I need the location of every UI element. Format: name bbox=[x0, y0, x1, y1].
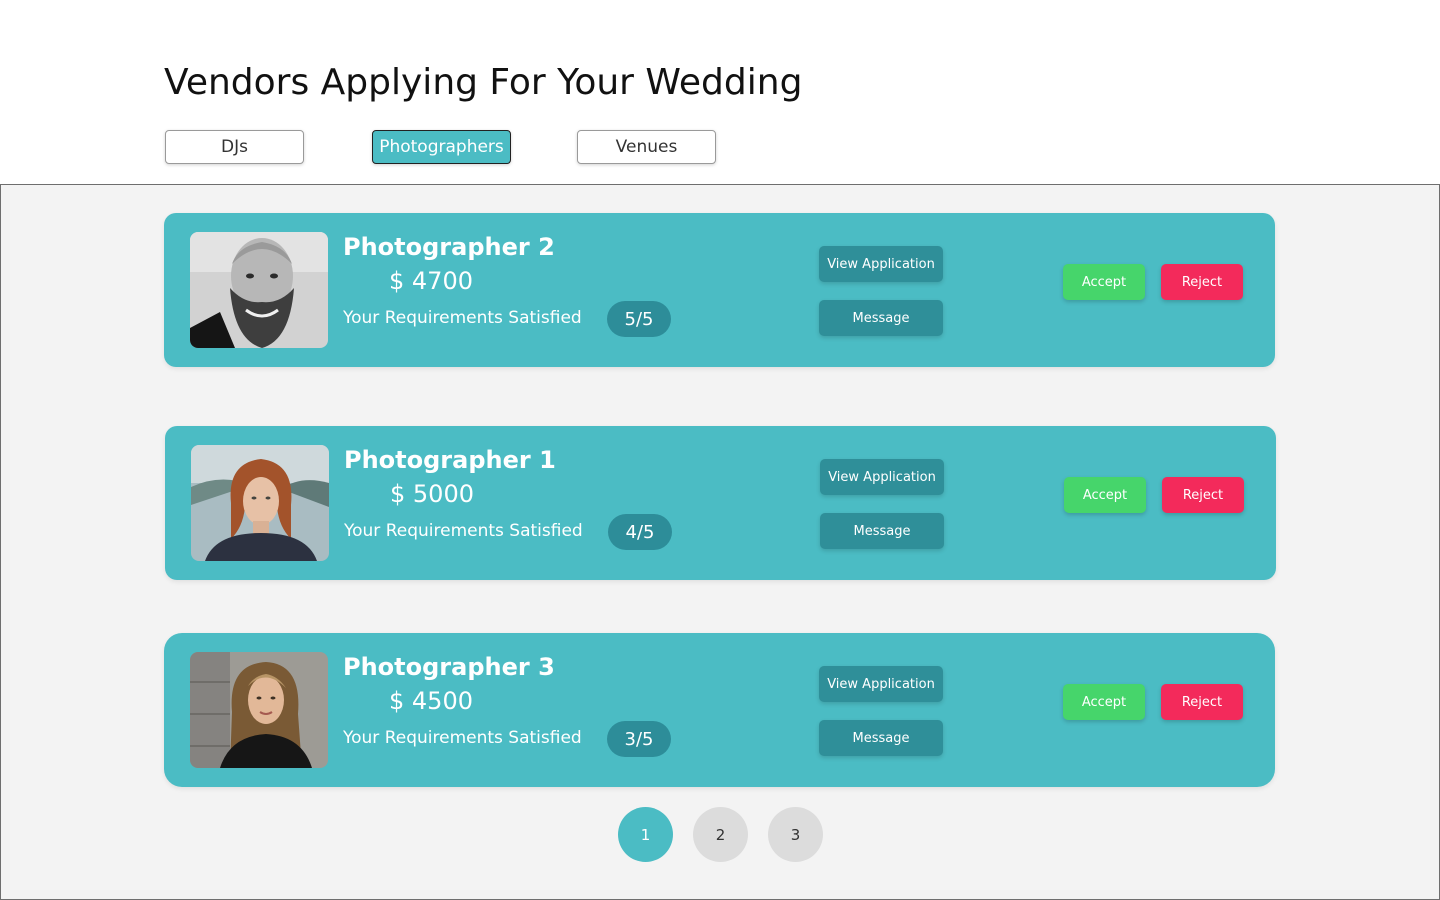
accept-button[interactable]: Accept bbox=[1064, 477, 1146, 513]
pagination-page-1[interactable]: 1 bbox=[618, 807, 673, 862]
vendor-list-panel: Photographer 2 $ 4700 Your Requirements … bbox=[0, 184, 1440, 900]
tab-venues[interactable]: Venues bbox=[577, 130, 716, 164]
accept-button[interactable]: Accept bbox=[1063, 264, 1145, 300]
vendor-name: Photographer 3 bbox=[343, 653, 555, 681]
page-title: Vendors Applying For Your Wedding bbox=[164, 62, 803, 103]
message-button[interactable]: Message bbox=[820, 513, 944, 549]
bearded-man-portrait-image bbox=[190, 232, 328, 348]
vendor-name: Photographer 2 bbox=[343, 233, 555, 261]
message-button[interactable]: Message bbox=[819, 720, 943, 756]
pagination-page-2[interactable]: 2 bbox=[693, 807, 748, 862]
vendor-card: Photographer 2 $ 4700 Your Requirements … bbox=[164, 213, 1275, 367]
vendor-price: $ 5000 bbox=[390, 480, 474, 508]
vendor-price: $ 4500 bbox=[389, 687, 473, 715]
red-haired-woman-portrait-image bbox=[191, 445, 329, 561]
vendor-card: Photographer 1 $ 5000 Your Requirements … bbox=[165, 426, 1276, 580]
reject-button[interactable]: Reject bbox=[1161, 264, 1243, 300]
vendor-photo bbox=[190, 232, 328, 348]
tab-photographers[interactable]: Photographers bbox=[372, 130, 511, 164]
view-application-button[interactable]: View Application bbox=[820, 459, 944, 495]
vendor-name: Photographer 1 bbox=[344, 446, 556, 474]
vendor-photo bbox=[190, 652, 328, 768]
message-button[interactable]: Message bbox=[819, 300, 943, 336]
requirements-label: Your Requirements Satisfied bbox=[344, 521, 583, 541]
vendor-price: $ 4700 bbox=[389, 267, 473, 295]
view-application-button[interactable]: View Application bbox=[819, 666, 943, 702]
requirements-score-badge: 3/5 bbox=[607, 721, 671, 757]
blonde-woman-portrait-image bbox=[190, 652, 328, 768]
requirements-label: Your Requirements Satisfied bbox=[343, 308, 582, 328]
tab-djs[interactable]: DJs bbox=[165, 130, 304, 164]
vendor-photo bbox=[191, 445, 329, 561]
requirements-score-badge: 5/5 bbox=[607, 301, 671, 337]
accept-button[interactable]: Accept bbox=[1063, 684, 1145, 720]
pagination-page-3[interactable]: 3 bbox=[768, 807, 823, 862]
requirements-score-badge: 4/5 bbox=[608, 514, 672, 550]
reject-button[interactable]: Reject bbox=[1161, 684, 1243, 720]
requirements-label: Your Requirements Satisfied bbox=[343, 728, 582, 748]
reject-button[interactable]: Reject bbox=[1162, 477, 1244, 513]
view-application-button[interactable]: View Application bbox=[819, 246, 943, 282]
vendor-card: Photographer 3 $ 4500 Your Requirements … bbox=[164, 633, 1275, 787]
